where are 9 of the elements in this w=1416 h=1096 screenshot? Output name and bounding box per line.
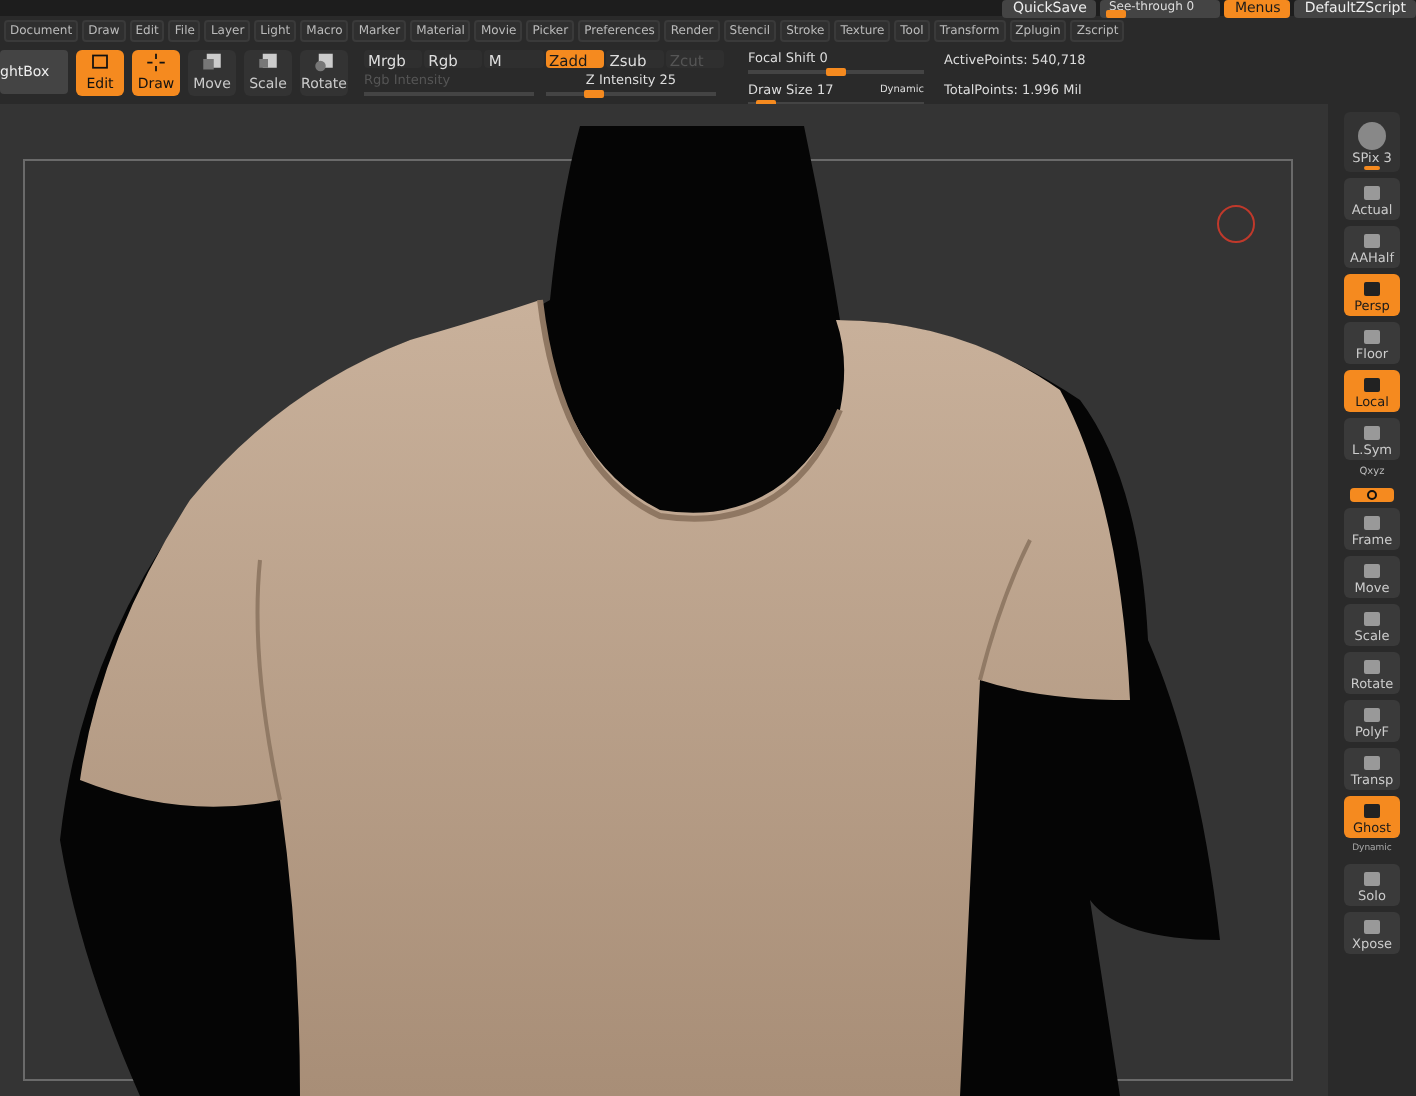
scale-icon bbox=[256, 52, 280, 73]
circle-icon bbox=[1366, 490, 1378, 500]
crosshair-icon bbox=[144, 52, 168, 73]
rotate-icon bbox=[312, 52, 336, 73]
move-icon bbox=[200, 52, 224, 73]
brush-cursor-icon bbox=[1217, 205, 1255, 243]
edit-icon bbox=[88, 52, 112, 73]
sphere-icon bbox=[1356, 120, 1388, 152]
axis-toggle[interactable] bbox=[1350, 488, 1394, 502]
